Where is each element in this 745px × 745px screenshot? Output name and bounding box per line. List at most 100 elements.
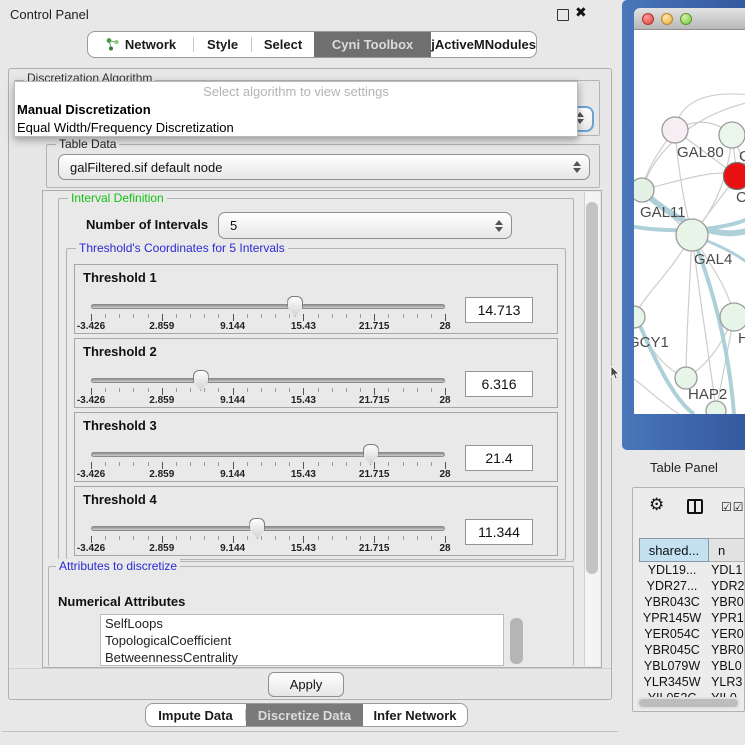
algorithm-dropdown: Select algorithm to view settings Manual… bbox=[14, 81, 578, 137]
slider-tick-labels: -3.4262.8599.14415.4321.71528 bbox=[75, 543, 463, 555]
number-of-intervals-combobox[interactable]: 5 bbox=[218, 212, 512, 239]
dropdown-option-equal-width[interactable]: Equal Width/Frequency Discretization bbox=[15, 119, 577, 137]
node-label-h: H bbox=[738, 330, 745, 347]
cell[interactable]: YDR2 bbox=[705, 579, 745, 595]
control-panel-bottom-edge bbox=[2, 731, 618, 732]
node-label-gal4: GAL4 bbox=[694, 251, 732, 268]
cell[interactable]: YBR045C bbox=[639, 643, 705, 659]
threshold-2-panel: Threshold 2 -3.4262.8599.14415.4321.7152… bbox=[74, 338, 558, 408]
threshold-3-panel: Threshold 3 -3.4262.8599.14415.4321.7152… bbox=[74, 412, 558, 482]
cell[interactable]: YBL0 bbox=[705, 659, 745, 675]
numerical-attributes-list[interactable]: SelfLoops TopologicalCoefficient Between… bbox=[100, 614, 504, 666]
bottom-tabbar: Impute Data Discretize Data Infer Networ… bbox=[145, 703, 468, 727]
threshold-1-slider[interactable]: -3.4262.8599.14415.4321.71528 bbox=[75, 265, 463, 335]
threshold-2-slider[interactable]: -3.4262.8599.14415.4321.71528 bbox=[75, 339, 463, 409]
checkbox-icons[interactable]: ☑☑ bbox=[721, 500, 745, 514]
column-header-shared-name[interactable]: shared... bbox=[639, 538, 709, 562]
combo-stepper-icon bbox=[570, 161, 584, 173]
tab-select[interactable]: Select bbox=[252, 32, 314, 57]
interval-definition-label: Interval Definition bbox=[68, 191, 167, 205]
cell[interactable]: YBR043C bbox=[639, 595, 705, 611]
table-row[interactable]: YPR145WYPR1 bbox=[639, 611, 745, 627]
node-label-gal11: GAL11 bbox=[640, 204, 686, 221]
gear-icon[interactable]: ⚙ bbox=[649, 496, 664, 513]
slider-track[interactable] bbox=[91, 378, 445, 383]
attribute-item[interactable]: TopologicalCoefficient bbox=[101, 632, 503, 649]
slider-tick-labels: -3.4262.8599.14415.4321.71528 bbox=[75, 469, 463, 481]
dropdown-prompt: Select algorithm to view settings bbox=[15, 82, 577, 101]
numerical-attributes-label: Numerical Attributes bbox=[58, 594, 185, 609]
table-row[interactable]: YBR043CYBR0 bbox=[639, 595, 745, 611]
cell[interactable]: YDL1 bbox=[705, 563, 745, 579]
tab-select-label: Select bbox=[264, 37, 302, 52]
settings-scrollbar-thumb[interactable] bbox=[586, 202, 598, 574]
cell[interactable]: YLR345W bbox=[639, 675, 705, 691]
dropdown-option-manual[interactable]: Manual Discretization bbox=[15, 101, 577, 119]
threshold-4-value[interactable]: 11.344 bbox=[465, 519, 533, 545]
table-row[interactable]: YBR045CYBR0 bbox=[639, 643, 745, 659]
tab-style[interactable]: Style bbox=[194, 32, 251, 57]
close-icon[interactable]: ✖ bbox=[575, 4, 587, 21]
network-node-gcy1[interactable] bbox=[634, 306, 645, 328]
cell[interactable]: YPR145W bbox=[639, 611, 705, 627]
tab-cyni-toolbox[interactable]: Cyni Toolbox bbox=[314, 32, 431, 57]
cell[interactable]: YBL079W bbox=[639, 659, 705, 675]
tab-jactivemnodules[interactable]: jActiveMNodules bbox=[431, 32, 536, 57]
cell[interactable]: YDR27... bbox=[639, 579, 705, 595]
cell[interactable]: YER0 bbox=[705, 627, 745, 643]
tab-discretize-data[interactable]: Discretize Data bbox=[246, 704, 363, 726]
table-row[interactable]: YBL079WYBL0 bbox=[639, 659, 745, 675]
table-row[interactable]: YDL19...YDL1 bbox=[639, 563, 745, 579]
attributes-scrollbar-thumb[interactable] bbox=[510, 618, 523, 664]
apply-button[interactable]: Apply bbox=[268, 672, 344, 697]
threshold-1-value[interactable]: 14.713 bbox=[465, 297, 533, 323]
cell[interactable]: YBR0 bbox=[705, 595, 745, 611]
mouse-cursor bbox=[610, 366, 621, 380]
node-label-ga: GA bbox=[739, 148, 745, 165]
zoom-traffic-light-icon[interactable] bbox=[680, 13, 692, 25]
split-columns-icon[interactable] bbox=[687, 499, 703, 514]
close-traffic-light-icon[interactable] bbox=[642, 13, 654, 25]
tab-jactivemnodules-label: jActiveMNodules bbox=[431, 37, 536, 52]
network-icon bbox=[105, 37, 120, 52]
tab-infer-network[interactable]: Infer Network bbox=[363, 704, 467, 726]
cell[interactable]: YLR3 bbox=[705, 675, 745, 691]
cell[interactable]: YDL19... bbox=[639, 563, 705, 579]
network-node-gal80[interactable] bbox=[662, 117, 688, 143]
cell[interactable]: YBR0 bbox=[705, 643, 745, 659]
slider-track[interactable] bbox=[91, 526, 445, 531]
attribute-item[interactable]: SelfLoops bbox=[101, 615, 503, 632]
network-node-selected-red[interactable] bbox=[724, 163, 745, 190]
table-hscrollbar-thumb[interactable] bbox=[639, 699, 738, 707]
control-panel-tabbar: Network Style Select Cyni Toolbox jActiv… bbox=[87, 31, 537, 58]
slider-tick-labels: -3.4262.8599.14415.4321.71528 bbox=[75, 395, 463, 407]
minimize-traffic-light-icon[interactable] bbox=[661, 13, 673, 25]
threshold-3-value[interactable]: 21.4 bbox=[465, 445, 533, 471]
table-row[interactable]: YER054CYER0 bbox=[639, 627, 745, 643]
cell[interactable]: YER054C bbox=[639, 627, 705, 643]
tab-network[interactable]: Network bbox=[88, 32, 193, 57]
tab-discretize-data-label: Discretize Data bbox=[258, 708, 351, 723]
column-header-name[interactable]: n bbox=[709, 538, 745, 562]
cell[interactable]: YPR1 bbox=[705, 611, 745, 627]
attribute-item[interactable]: BetweennessCentrality bbox=[101, 649, 503, 666]
network-window-titlebar[interactable] bbox=[634, 8, 745, 30]
slider-track[interactable] bbox=[91, 452, 445, 457]
network-node-h[interactable] bbox=[720, 303, 745, 331]
table-data-combobox[interactable]: galFiltered.sif default node bbox=[58, 154, 590, 180]
table-row[interactable]: YDR27...YDR2 bbox=[639, 579, 745, 595]
threshold-4-slider[interactable]: -3.4262.8599.14415.4321.71528 bbox=[75, 487, 463, 557]
tab-network-label: Network bbox=[125, 37, 176, 52]
table-row[interactable]: YLR345WYLR3 bbox=[639, 675, 745, 691]
network-node-gal11[interactable] bbox=[634, 178, 654, 202]
network-canvas[interactable]: GAL80 GA C GAL11 GAL4 GCY1 H HAP2 bbox=[634, 30, 745, 414]
table-panel-title: Table Panel bbox=[650, 460, 718, 475]
threshold-3-slider[interactable]: -3.4262.8599.14415.4321.71528 bbox=[75, 413, 463, 483]
threshold-2-value[interactable]: 6.316 bbox=[465, 371, 533, 397]
control-panel-title: Control Panel bbox=[10, 7, 89, 22]
float-window-icon[interactable] bbox=[557, 9, 569, 21]
network-node-gal4[interactable] bbox=[676, 219, 708, 251]
slider-track[interactable] bbox=[91, 304, 445, 309]
number-of-intervals-label: Number of Intervals bbox=[86, 217, 208, 232]
tab-impute-data[interactable]: Impute Data bbox=[146, 704, 245, 726]
